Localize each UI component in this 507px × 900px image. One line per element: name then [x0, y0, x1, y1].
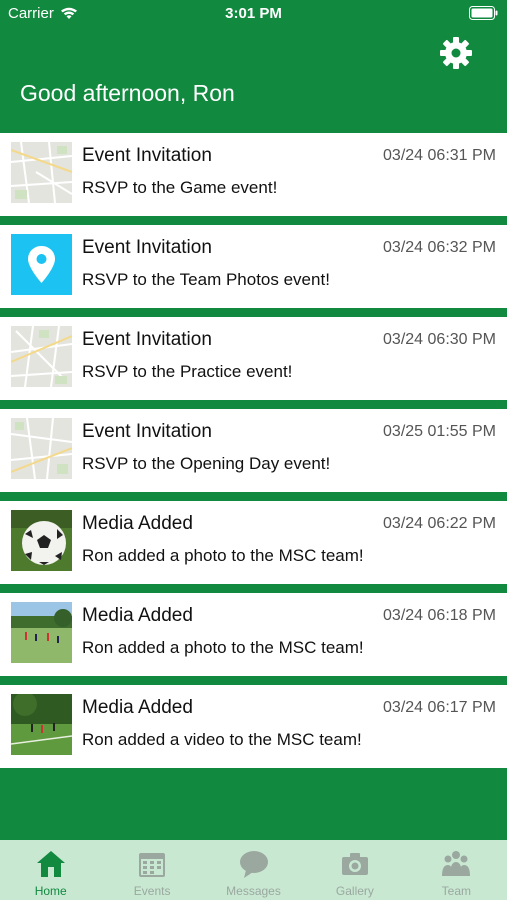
feed-item-time: 03/24 06:30 PM	[383, 331, 496, 348]
feed-item-body: Ron added a photo to the MSC team!	[82, 546, 364, 565]
feed-item-body: Ron added a video to the MSC team!	[82, 730, 362, 749]
camera-icon	[341, 853, 368, 875]
feed-item[interactable]: Event Invitation 03/24 06:30 PM RSVP to …	[0, 317, 507, 400]
feed-item[interactable]: Media Added 03/24 06:18 PM Ron added a p…	[0, 593, 507, 676]
tab-bar: Home Events Messages Gallery Team	[0, 840, 507, 900]
feed-item[interactable]: Media Added 03/24 06:17 PM Ron added a v…	[0, 685, 507, 768]
tab-label: Events	[133, 884, 171, 898]
tab-messages[interactable]: Messages	[203, 840, 304, 900]
gear-icon[interactable]	[439, 36, 473, 70]
feed-item-time: 03/25 01:55 PM	[383, 423, 496, 440]
calendar-icon	[139, 853, 166, 877]
tab-label: Team	[441, 884, 471, 898]
feed-item-body: RSVP to the Practice event!	[82, 362, 293, 381]
greeting-title: Good afternoon, Ron	[20, 80, 235, 106]
map-thumbnail	[11, 142, 72, 203]
feed-item[interactable]: Event Invitation 03/24 06:31 PM RSVP to …	[0, 133, 507, 216]
tab-label: Home	[34, 884, 67, 898]
map-thumbnail	[11, 326, 72, 387]
tab-events[interactable]: Events	[101, 840, 202, 900]
status-bar: Carrier 3:01 PM	[0, 0, 507, 28]
feed-item[interactable]: Media Added 03/24 06:22 PM Ron added a p…	[0, 501, 507, 584]
tab-label: Gallery	[335, 884, 374, 898]
activity-feed: Event Invitation 03/24 06:31 PM RSVP to …	[0, 133, 507, 777]
clock: 3:01 PM	[225, 5, 282, 22]
feed-item-title: Event Invitation	[82, 421, 212, 442]
home-icon	[36, 851, 65, 877]
feed-item-time: 03/24 06:17 PM	[383, 699, 496, 716]
feed-item-body: Ron added a photo to the MSC team!	[82, 638, 364, 657]
feed-item-title: Event Invitation	[82, 237, 212, 258]
feed-item-time: 03/24 06:32 PM	[383, 239, 496, 256]
battery-icon	[469, 6, 499, 24]
location-pin-thumbnail	[11, 234, 72, 295]
map-thumbnail	[11, 418, 72, 479]
feed-item-body: RSVP to the Game event!	[82, 178, 278, 197]
feed-item-time: 03/24 06:31 PM	[383, 147, 496, 164]
feed-item[interactable]: Event Invitation 03/24 06:32 PM RSVP to …	[0, 225, 507, 308]
field-photo-thumbnail	[11, 602, 72, 663]
feed-item-title: Event Invitation	[82, 329, 212, 350]
feed-item-body: RSVP to the Team Photos event!	[82, 270, 330, 289]
field-photo-thumbnail	[11, 694, 72, 755]
header: Good afternoon, Ron	[0, 28, 507, 132]
tab-home[interactable]: Home	[0, 840, 101, 900]
tab-gallery[interactable]: Gallery	[304, 840, 405, 900]
tab-label: Messages	[226, 884, 281, 898]
soccer-ball-thumbnail	[11, 510, 72, 571]
chat-bubble-icon	[239, 851, 268, 878]
team-icon	[442, 851, 471, 876]
feed-item-time: 03/24 06:18 PM	[383, 607, 496, 624]
feed-item-title: Media Added	[82, 513, 193, 534]
feed-item-title: Event Invitation	[82, 145, 212, 166]
feed-item-title: Media Added	[82, 605, 193, 626]
feed-item-body: RSVP to the Opening Day event!	[82, 454, 331, 473]
feed-item[interactable]: Event Invitation 03/25 01:55 PM RSVP to …	[0, 409, 507, 492]
feed-item-title: Media Added	[82, 697, 193, 718]
tab-team[interactable]: Team	[406, 840, 507, 900]
feed-item-time: 03/24 06:22 PM	[383, 515, 496, 532]
